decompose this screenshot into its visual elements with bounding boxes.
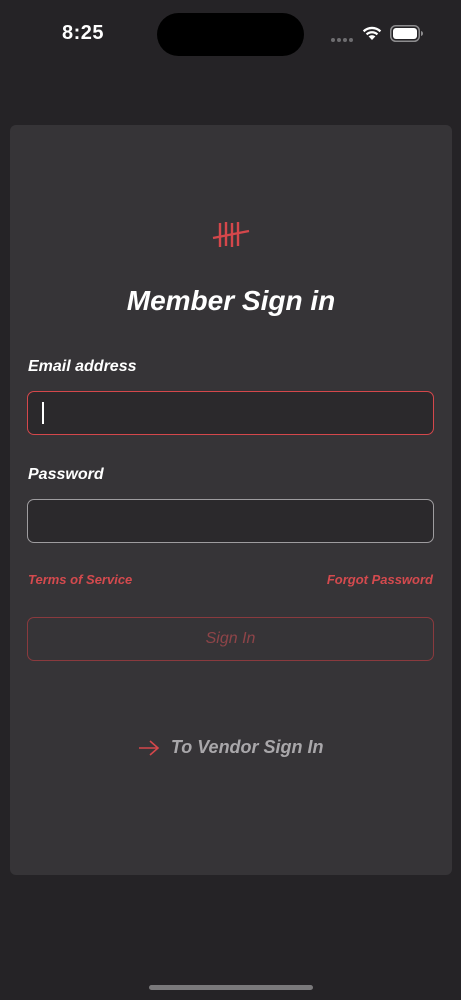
sign-in-card: Member Sign in Email address Password Te…	[10, 125, 452, 875]
text-caret	[42, 402, 44, 424]
page-title: Member Sign in	[126, 285, 336, 316]
home-indicator[interactable]	[149, 985, 313, 990]
battery-icon	[390, 25, 423, 42]
vendor-sign-in-label: To Vendor Sign In	[170, 737, 324, 757]
forgot-password-link[interactable]: Forgot Password	[327, 572, 433, 587]
email-label: Email address	[28, 358, 137, 375]
wifi-icon	[362, 26, 382, 40]
arrow-right-icon	[139, 739, 160, 756]
tally-marks-logo-icon	[212, 222, 250, 247]
signal-dots-icon	[331, 38, 355, 42]
password-field[interactable]	[27, 499, 434, 543]
dynamic-island	[157, 13, 304, 56]
password-label: Password	[28, 466, 104, 483]
sign-in-button[interactable]: Sign In	[27, 617, 434, 661]
email-field[interactable]	[27, 391, 434, 435]
phone-screen: 8:25 Member Sign in Email address Passwo…	[0, 0, 461, 1000]
terms-of-service-link[interactable]: Terms of Service	[28, 572, 132, 587]
status-time: 8:25	[62, 22, 105, 44]
vendor-sign-in-link[interactable]: To Vendor Sign In	[10, 737, 452, 761]
status-bar: 8:25	[0, 0, 461, 70]
